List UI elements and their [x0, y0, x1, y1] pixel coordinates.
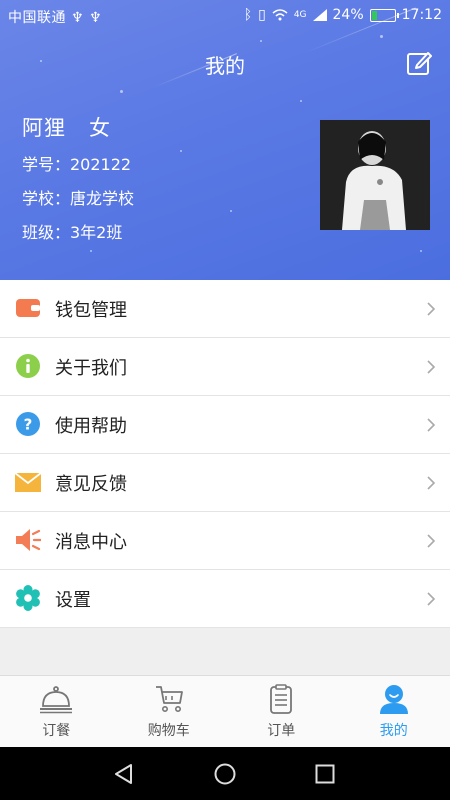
- profile-gender: 女: [89, 116, 112, 140]
- avatar[interactable]: [320, 120, 430, 230]
- status-indicators: ᛒ ▯ 4G 24% 17:12: [244, 7, 442, 23]
- chevron-right-icon: [427, 533, 436, 548]
- help-icon: ?: [16, 412, 40, 436]
- tab-order-food[interactable]: 订餐: [0, 676, 113, 748]
- wallet-icon: [16, 299, 40, 317]
- home-button[interactable]: [213, 762, 237, 786]
- student-id: 学号：202122: [22, 155, 132, 174]
- network-type-label: 4G: [293, 10, 307, 20]
- tab-label: 订餐: [42, 723, 71, 739]
- battery-icon: [369, 8, 399, 22]
- status-bar: 中国联通 ♆ ♆ ᛒ ▯ 4G 24% 17:12: [0, 0, 450, 32]
- menu-item-label: 意见反馈: [55, 473, 127, 495]
- star-decoration: [420, 250, 422, 252]
- tab-label: 购物车: [147, 723, 190, 739]
- class-name: 班级：3年2班: [22, 223, 123, 242]
- speaker-icon: [16, 529, 41, 551]
- star-decoration: [300, 100, 302, 102]
- menu-item-label: 使用帮助: [55, 415, 127, 437]
- star-decoration: [90, 250, 92, 252]
- tab-label: 订单: [267, 723, 296, 739]
- chevron-right-icon: [427, 475, 436, 490]
- menu-item-label: 消息中心: [55, 531, 127, 553]
- menu-item-help[interactable]: ? 使用帮助: [0, 396, 450, 454]
- star-decoration: [120, 90, 123, 93]
- system-navigation-bar: [0, 747, 450, 800]
- bottom-tab-bar: 订餐 购物车 订单 我的: [0, 675, 450, 748]
- mail-icon: [15, 472, 41, 492]
- tab-label: 我的: [379, 723, 408, 739]
- profile-name-row: 阿狸 女: [22, 112, 111, 142]
- star-decoration: [260, 40, 262, 42]
- star-decoration: [230, 210, 232, 212]
- edit-profile-button[interactable]: [406, 50, 432, 76]
- menu-item-about[interactable]: 关于我们: [0, 338, 450, 396]
- menu-item-feedback[interactable]: 意见反馈: [0, 454, 450, 512]
- cloche-icon: [40, 686, 73, 714]
- settings-menu: 钱包管理 关于我们 ? 使用帮助 意见反馈 消息中心 设置: [0, 280, 450, 628]
- battery-level: [371, 10, 378, 20]
- recent-apps-button[interactable]: [313, 762, 337, 786]
- svg-text:?: ?: [24, 416, 33, 434]
- cart-icon: [155, 686, 183, 712]
- tab-orders[interactable]: 订单: [225, 676, 338, 748]
- avatar-photo: [320, 120, 430, 230]
- school-name: 学校：唐龙学校: [22, 189, 135, 208]
- clock: 17:12: [401, 7, 442, 23]
- back-button[interactable]: [112, 762, 136, 786]
- chevron-right-icon: [427, 591, 436, 606]
- page-title: 我的: [205, 54, 245, 78]
- profile-header: 中国联通 ♆ ♆ ᛒ ▯ 4G 24% 17:12 我的 阿狸 女 学号：202…: [0, 0, 450, 280]
- star-decoration: [380, 35, 383, 38]
- battery-percent: 24%: [332, 7, 364, 23]
- star-decoration: [180, 150, 182, 152]
- menu-item-messages[interactable]: 消息中心: [0, 512, 450, 570]
- menu-item-settings[interactable]: 设置: [0, 570, 450, 628]
- menu-item-label: 关于我们: [55, 357, 127, 379]
- chevron-right-icon: [427, 359, 436, 374]
- menu-item-label: 设置: [55, 589, 91, 611]
- vibrate-icon: ▯: [258, 7, 266, 23]
- bluetooth-icon: ᛒ: [243, 7, 253, 23]
- gear-icon: [16, 585, 40, 611]
- tab-cart[interactable]: 购物车: [113, 676, 226, 748]
- carrier-label: 中国联通 ♆ ♆: [8, 10, 103, 26]
- menu-item-label: 钱包管理: [55, 299, 127, 321]
- tab-me[interactable]: 我的: [338, 676, 450, 748]
- signal-icon: [312, 9, 327, 21]
- user-icon: [379, 685, 408, 714]
- info-icon: [16, 354, 40, 378]
- profile-name: 阿狸: [22, 116, 66, 140]
- wifi-icon: [272, 9, 288, 21]
- order-list-icon: [270, 684, 293, 714]
- chevron-right-icon: [427, 301, 436, 316]
- menu-item-wallet[interactable]: 钱包管理: [0, 280, 450, 338]
- chevron-right-icon: [427, 417, 436, 432]
